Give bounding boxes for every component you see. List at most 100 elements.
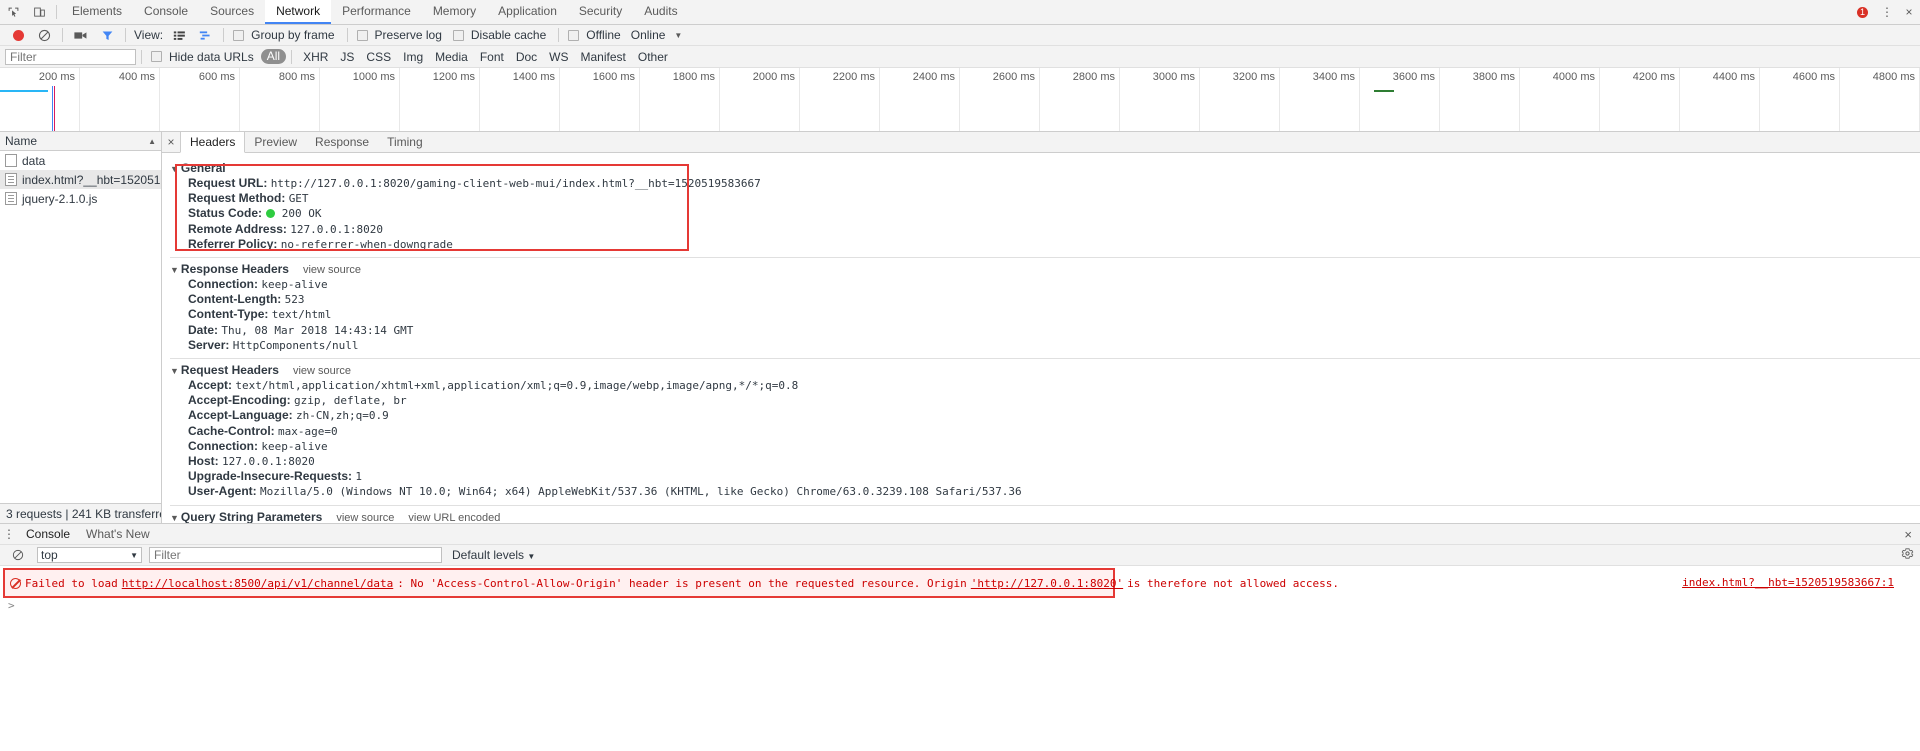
tab-audits[interactable]: Audits (633, 0, 688, 24)
error-source-link[interactable]: index.html?__hbt=1520519583667:1 (1682, 576, 1894, 589)
network-filter-row: Hide data URLs All XHR JS CSS Img Media … (0, 46, 1920, 68)
header-value: gzip, deflate, br (294, 394, 407, 408)
header-key: Host: (188, 454, 219, 469)
waterfall-view-icon[interactable] (192, 25, 218, 45)
console-filter-input[interactable] (149, 547, 442, 563)
device-toolbar-icon[interactable] (26, 0, 52, 24)
tab-preview[interactable]: Preview (245, 132, 306, 152)
header-row: Upgrade-Insecure-Requests: 1 (170, 469, 1920, 484)
headers-content: ▼ General Request URL: http://127.0.0.1:8… (162, 153, 1920, 523)
filter-type-img[interactable]: Img (397, 49, 429, 65)
settings-gear-icon[interactable] (1901, 547, 1914, 563)
request-row-index-html[interactable]: index.html?__hbt=1520519583… (0, 170, 161, 189)
timeline-tick-label: 3000 ms (1152, 71, 1195, 83)
request-row-data[interactable]: data (0, 151, 161, 170)
drawer-tab-console[interactable]: Console (18, 524, 78, 545)
drawer-more-icon[interactable]: ⋮ (0, 527, 18, 541)
clear-console-icon[interactable] (5, 545, 31, 565)
section-header-request-headers[interactable]: ▼ Request Headers view source (170, 363, 1920, 377)
timeline-tick: 600 ms (160, 68, 240, 131)
tab-application[interactable]: Application (487, 0, 568, 24)
view-source-link[interactable]: view source (293, 365, 351, 377)
devtools-more-menu-icon[interactable]: ⋮ (1876, 0, 1898, 24)
tab-network[interactable]: Network (265, 0, 332, 24)
filter-type-css[interactable]: CSS (360, 49, 397, 65)
tab-timing[interactable]: Timing (378, 132, 432, 152)
header-value: 127.0.0.1:8020 (222, 455, 315, 469)
request-list-header[interactable]: Name ▲ (0, 132, 161, 151)
header-value: no-referrer-when-downgrade (280, 237, 453, 251)
view-source-link[interactable]: view source (336, 512, 394, 523)
record-button[interactable] (5, 25, 31, 45)
filter-toggle-icon[interactable] (94, 25, 120, 45)
filter-type-other[interactable]: Other (632, 49, 674, 65)
console-toolbar: top ▼ Default levels ▼ (0, 545, 1920, 566)
toolbar-divider (62, 28, 63, 42)
console-drawer: ⋮ Console What's New × top ▼ Default lev… (0, 523, 1920, 613)
filter-type-font[interactable]: Font (474, 49, 510, 65)
timeline-tick: 3200 ms (1200, 68, 1280, 131)
header-key: Connection: (188, 277, 258, 292)
console-levels-select[interactable]: Default levels ▼ (452, 548, 535, 562)
error-url-link[interactable]: http://localhost:8500/api/v1/channel/dat… (122, 577, 394, 590)
request-row-jquery[interactable]: jquery-2.1.0.js (0, 189, 161, 208)
drawer-close-icon[interactable]: × (1904, 527, 1912, 542)
document-file-icon (5, 173, 17, 186)
sort-ascending-icon[interactable]: ▲ (148, 137, 156, 146)
filter-input[interactable] (5, 48, 136, 65)
timeline-tick-label: 1800 ms (672, 71, 715, 83)
view-source-link[interactable]: view source (303, 264, 361, 276)
header-key: Connection: (188, 438, 258, 453)
capture-screenshots-icon[interactable] (68, 25, 94, 45)
filter-type-all[interactable]: All (260, 49, 287, 64)
filter-type-ws[interactable]: WS (543, 49, 574, 65)
header-value: HttpComponents/null (232, 338, 359, 352)
timeline-tick: 1000 ms (320, 68, 400, 131)
timeline-tick-label: 3400 ms (1312, 71, 1355, 83)
header-key: Server: (188, 337, 230, 352)
header-value: http://127.0.0.1:8020/gaming-client-web-… (270, 177, 761, 190)
filter-type-doc[interactable]: Doc (510, 49, 543, 65)
filter-type-xhr[interactable]: XHR (297, 49, 334, 65)
console-prompt[interactable]: > (0, 598, 1920, 613)
section-header-response-headers[interactable]: ▼ Response Headers view source (170, 262, 1920, 276)
tab-headers[interactable]: Headers (180, 132, 246, 153)
disable-cache-checkbox[interactable]: Disable cache (449, 28, 553, 42)
section-header-general[interactable]: ▼ General (170, 161, 1920, 175)
timeline-tick-label: 3600 ms (1392, 71, 1435, 83)
devtools-close-icon[interactable]: × (1898, 0, 1920, 24)
tab-console[interactable]: Console (133, 0, 199, 24)
tab-performance[interactable]: Performance (331, 0, 422, 24)
timeline-tick: 3800 ms (1440, 68, 1520, 131)
console-context-select[interactable]: top ▼ (37, 547, 142, 563)
checkbox-box (452, 29, 464, 41)
hide-data-urls-checkbox[interactable]: Hide data URLs (147, 50, 261, 64)
drawer-tab-whats-new[interactable]: What's New (78, 524, 158, 545)
timeline-tick: 4000 ms (1520, 68, 1600, 131)
tab-sources[interactable]: Sources (199, 0, 265, 24)
timeline-tick: 3600 ms (1360, 68, 1440, 131)
timeline-tick-label: 2200 ms (832, 71, 875, 83)
error-origin-link[interactable]: 'http://127.0.0.1:8020' (971, 577, 1123, 590)
inspect-element-icon[interactable] (0, 0, 26, 24)
tab-response[interactable]: Response (306, 132, 378, 152)
network-overview-timeline[interactable]: 200 ms 400 ms 600 ms 800 ms 1000 ms 1200 ms 14… (0, 68, 1920, 132)
group-by-frame-checkbox[interactable]: Group by frame (229, 28, 341, 42)
chevron-down-icon[interactable]: ▼ (668, 31, 688, 40)
filter-type-media[interactable]: Media (429, 49, 474, 65)
close-detail-icon[interactable]: × (162, 132, 180, 152)
offline-checkbox[interactable]: Offline (564, 28, 627, 42)
tab-security[interactable]: Security (568, 0, 633, 24)
filter-type-manifest[interactable]: Manifest (575, 49, 632, 65)
view-url-encoded-link[interactable]: view URL encoded (408, 512, 500, 523)
section-header-query-string[interactable]: ▼ Query String Parameters view source vie… (170, 510, 1920, 523)
preserve-log-checkbox[interactable]: Preserve log (353, 28, 449, 42)
clear-button[interactable] (31, 25, 57, 45)
tab-memory[interactable]: Memory (422, 0, 487, 24)
throttling-value[interactable]: Online (628, 28, 669, 42)
filter-type-js[interactable]: JS (334, 49, 360, 65)
header-key: Cache-Control: (188, 423, 275, 438)
error-count-badge[interactable]: 1 (1849, 0, 1876, 24)
tab-elements[interactable]: Elements (61, 0, 133, 24)
list-view-icon[interactable] (166, 25, 192, 45)
